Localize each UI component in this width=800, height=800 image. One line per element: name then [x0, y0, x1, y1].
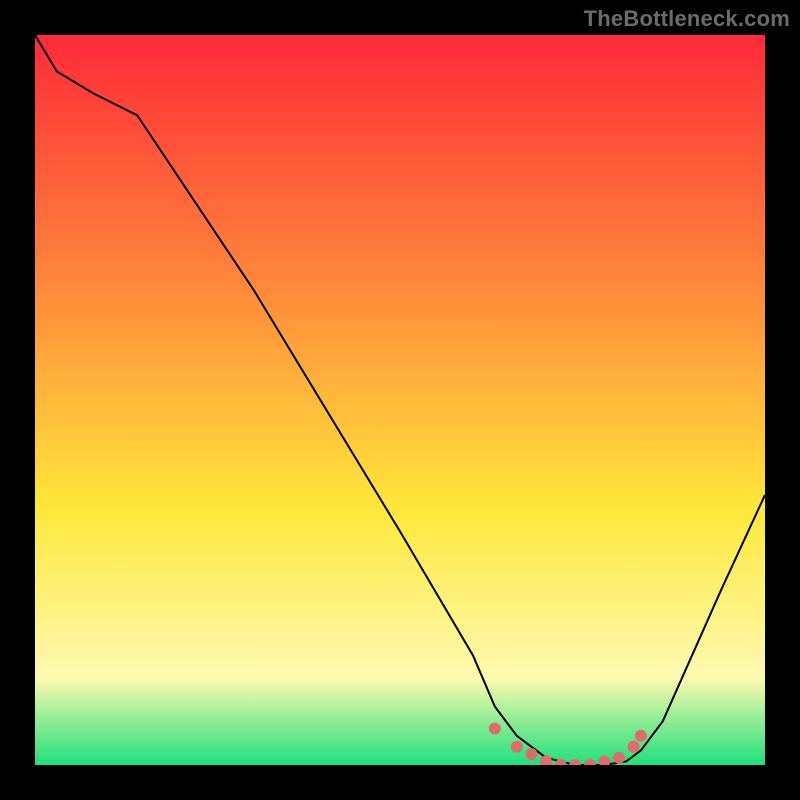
- optimal-point: [635, 730, 647, 742]
- optimal-point: [613, 752, 625, 764]
- plot-area: [35, 35, 765, 765]
- chart-svg: [35, 35, 765, 765]
- chart-frame: TheBottleneck.com: [0, 0, 800, 800]
- optimal-point: [511, 741, 523, 753]
- gradient-background: [35, 35, 765, 765]
- watermark-text: TheBottleneck.com: [584, 6, 790, 32]
- optimal-point: [525, 748, 537, 760]
- optimal-point: [489, 723, 501, 735]
- optimal-point: [628, 741, 640, 753]
